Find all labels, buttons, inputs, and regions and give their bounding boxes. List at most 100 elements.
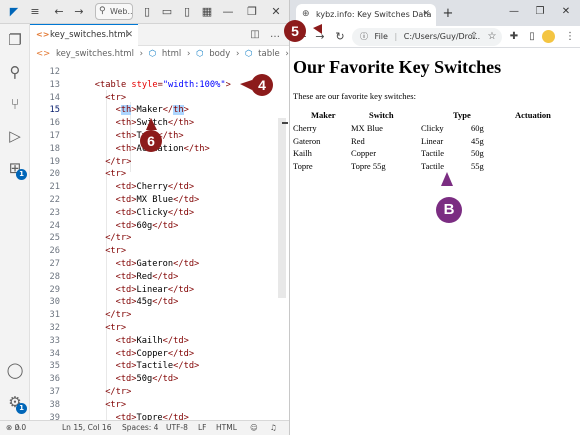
line-number: 13 [49, 79, 60, 90]
close-tab-icon[interactable]: ✕ [422, 4, 430, 25]
line-number: 23 [49, 207, 60, 218]
encoding-status[interactable]: UTF-8 [166, 421, 188, 435]
code-line[interactable]: 28 <td>Red</td> [30, 271, 289, 284]
line-number: 15 [49, 105, 60, 116]
minimize-icon[interactable]: — [506, 5, 522, 19]
more-actions-icon[interactable]: … [268, 27, 282, 43]
extensions-puzzle-icon[interactable]: ✚ [506, 29, 522, 45]
profile-avatar[interactable] [542, 30, 555, 43]
feedback-icon[interactable]: ☺ [250, 421, 258, 435]
code-text: <td>50g</td> [116, 373, 179, 386]
run-debug-icon[interactable]: ▷ [5, 126, 25, 146]
code-line[interactable]: 20 <tr> [30, 168, 289, 181]
code-line[interactable]: 12 [30, 66, 289, 79]
line-number: 35 [49, 361, 60, 372]
breadcrumb-item-body[interactable]: body [209, 49, 230, 59]
toggle-secondary-sidebar-icon[interactable]: ▯ [180, 4, 194, 20]
language-mode-status[interactable]: HTML [216, 421, 237, 435]
customize-layout-icon[interactable]: ▦ [200, 4, 214, 20]
code-token: th [173, 105, 184, 116]
code-line[interactable]: 31 </tr> [30, 309, 289, 322]
line-number: 34 [49, 348, 60, 359]
tab-label: key_switches.html [50, 30, 128, 40]
problems-status[interactable]: ⊗ 0 ⚠ 0 [6, 421, 26, 435]
code-token: <td> [115, 182, 137, 193]
close-tab-icon[interactable]: ✕ [125, 25, 133, 45]
table-header-cell: Actuation [515, 110, 551, 120]
code-line[interactable]: 14 <tr> [30, 92, 289, 105]
close-window-icon[interactable]: ✕ [558, 5, 574, 19]
forward-arrow-icon[interactable]: → [312, 29, 328, 45]
code-token: </td> [167, 284, 195, 295]
browser-tabstrip: ⊕ kybz.info: Key Switches Data ✕ + — ❐ ✕ [290, 0, 580, 26]
code-line[interactable]: 16 <th>Switch</th> [30, 117, 289, 130]
code-line[interactable]: 35 <td>Tactile</td> [30, 360, 289, 373]
accounts-icon[interactable]: ◯ [5, 360, 25, 380]
toggle-panel-icon[interactable]: ▭ [160, 4, 174, 20]
new-tab-button[interactable]: + [440, 6, 456, 22]
notifications-bell-icon[interactable]: ♫ [270, 421, 277, 435]
code-editor[interactable]: 12 13 <table style="width:100%"> 14 <tr> 15 <t… [30, 64, 289, 420]
code-line[interactable]: 26 <tr> [30, 245, 289, 258]
code-line[interactable]: 37 </tr> [30, 386, 289, 399]
tab-key-switches-html[interactable]: <> key_switches.html ✕ [30, 24, 138, 46]
code-line[interactable]: 32 <tr> [30, 322, 289, 335]
extensions-icon[interactable]: ⊞ 1 [5, 158, 27, 180]
code-token: Copper [136, 348, 168, 359]
more-menu-icon[interactable]: ⋮ [562, 29, 578, 45]
reload-icon[interactable]: ↻ [332, 29, 348, 45]
forward-arrow-icon[interactable]: → [72, 4, 86, 20]
browser-tab-key-switches[interactable]: ⊕ kybz.info: Key Switches Data ✕ [296, 4, 436, 26]
code-text: <tr> [105, 92, 126, 105]
code-line[interactable]: 21 <td>Cherry</td> [30, 181, 289, 194]
close-window-icon[interactable]: ✕ [268, 4, 284, 20]
side-panel-icon[interactable]: ▯ [524, 29, 540, 45]
breadcrumb-item-table[interactable]: table [258, 49, 280, 59]
code-line[interactable]: 25 </tr> [30, 232, 289, 245]
share-icon[interactable]: ⇪ [466, 29, 482, 45]
code-line[interactable]: 19 </tr> [30, 156, 289, 169]
code-line[interactable]: 15 <th>Maker</th> [30, 104, 289, 117]
table-cell: 60g [471, 123, 484, 133]
code-line[interactable]: 30 <td>45g</td> [30, 296, 289, 309]
command-center-search[interactable]: ⚲ Web... [95, 3, 133, 20]
restore-icon[interactable]: ❐ [244, 4, 260, 20]
back-arrow-icon[interactable]: ← [52, 4, 66, 20]
code-line[interactable]: 38 <tr> [30, 399, 289, 412]
callout-4: 4 [251, 74, 273, 96]
restore-icon[interactable]: ❐ [532, 5, 548, 19]
cursor-position[interactable]: Ln 15, Col 16 [62, 421, 111, 435]
code-token: </td> [173, 361, 200, 372]
explorer-icon[interactable]: ❐ [5, 30, 25, 50]
manage-gear-icon[interactable]: ⚙ 1 [5, 392, 27, 414]
search-view-icon[interactable]: ⚲ [5, 62, 25, 82]
source-control-icon[interactable]: ⑂ [5, 94, 25, 114]
code-line[interactable]: 27 <td>Gateron</td> [30, 258, 289, 271]
eol-status[interactable]: LF [198, 421, 207, 435]
breadcrumb-item-file[interactable]: key_switches.html [56, 49, 134, 59]
code-line[interactable]: 24 <td>60g</td> [30, 220, 289, 233]
code-text: <td>60g</td> [116, 220, 179, 233]
minimize-icon[interactable]: — [220, 4, 236, 20]
bookmark-star-icon[interactable]: ☆ [484, 29, 500, 45]
code-text: </tr> [105, 156, 131, 169]
menu-icon[interactable]: ≡ [28, 4, 42, 20]
indentation-status[interactable]: Spaces: 4 [122, 421, 158, 435]
code-token: </td> [152, 220, 179, 231]
html-file-icon: <> [36, 49, 51, 59]
code-line[interactable]: 34 <td>Copper</td> [30, 348, 289, 361]
code-line[interactable]: 36 <td>50g</td> [30, 373, 289, 386]
code-token: <tr> [105, 169, 127, 180]
toggle-primary-sidebar-icon[interactable]: ▯ [140, 4, 154, 20]
activity-bar: ❐ ⚲ ⑂ ▷ ⊞ 1 ◯ ⚙ 1 [0, 24, 30, 420]
breadcrumb-item-html[interactable]: html [162, 49, 181, 59]
split-editor-icon[interactable]: ◫ [248, 27, 262, 43]
code-line[interactable]: 39 <td>Topre</td> [30, 412, 289, 420]
code-token: </ [162, 105, 174, 116]
code-line[interactable]: 33 <td>Kailh</td> [30, 335, 289, 348]
code-line[interactable]: 23 <td>Clicky</td> [30, 207, 289, 220]
code-token: </td> [167, 348, 195, 359]
browser-window: ⊕ kybz.info: Key Switches Data ✕ + — ❐ ✕… [290, 0, 580, 435]
code-line[interactable]: 22 <td>MX Blue</td> [30, 194, 289, 207]
code-line[interactable]: 29 <td>Linear</td> [30, 284, 289, 297]
